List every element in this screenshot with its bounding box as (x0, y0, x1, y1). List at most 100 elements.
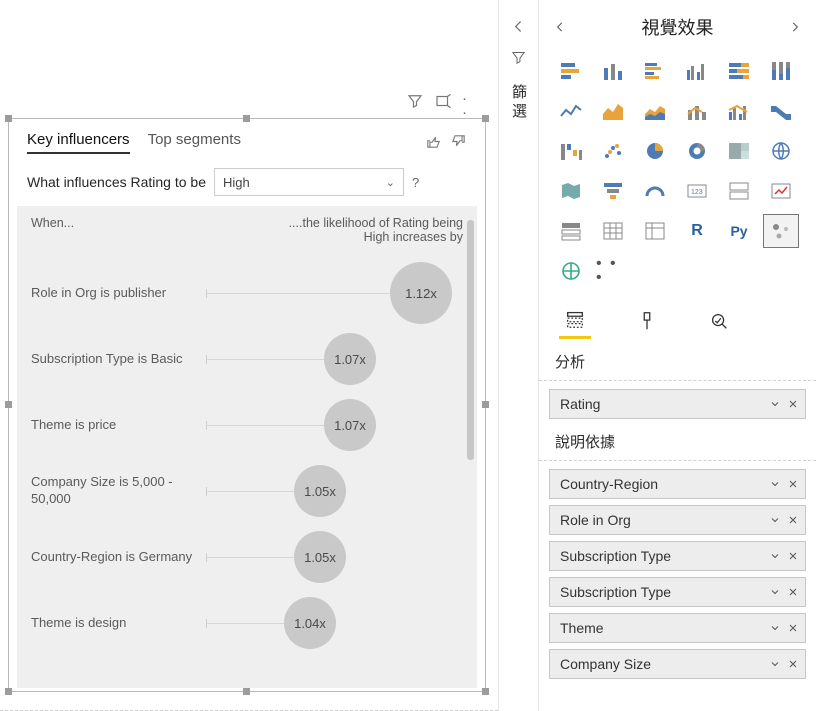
stacked-bar-icon[interactable] (553, 54, 589, 88)
r-visual-icon[interactable]: R (679, 214, 715, 248)
target-value-dropdown[interactable]: High ⌄ (214, 168, 404, 196)
influencer-row[interactable]: Theme is price1.07x (31, 392, 463, 458)
line-stacked-column-icon[interactable] (679, 94, 715, 128)
clustered-column-icon[interactable] (679, 54, 715, 88)
influencer-bubble: 1.05x (294, 531, 346, 583)
connector-line (206, 623, 284, 624)
key-influencers-icon[interactable] (763, 214, 799, 248)
resize-handle[interactable] (5, 401, 12, 408)
table-icon[interactable] (595, 214, 631, 248)
line-chart-icon[interactable] (553, 94, 589, 128)
tab-top-segments[interactable]: Top segments (148, 131, 241, 154)
fields-tab[interactable] (559, 308, 591, 339)
chevron-down-icon (769, 550, 781, 562)
remove-field-icon[interactable] (787, 478, 799, 490)
field-well[interactable]: Subscription Type (549, 577, 806, 607)
focus-mode-icon[interactable] (434, 92, 452, 113)
visual-header-toolbar: · · · (406, 92, 480, 113)
gauge-icon[interactable] (637, 174, 673, 208)
get-more-visuals-icon[interactable]: • • • (595, 254, 631, 288)
influencer-row[interactable]: Theme is design1.04x (31, 590, 463, 656)
report-canvas: · · · Key influencers Top segments (0, 0, 498, 711)
key-influencers-visual[interactable]: Key influencers Top segments What influe… (8, 118, 486, 692)
filled-map-icon[interactable] (553, 174, 589, 208)
thumbs-down-icon[interactable] (450, 133, 467, 153)
influencers-body: When... ....the likelihood of Rating bei… (17, 206, 477, 688)
clustered-bar-icon[interactable] (637, 54, 673, 88)
pie-icon[interactable] (637, 134, 673, 168)
chevron-down-icon (769, 586, 781, 598)
donut-icon[interactable] (679, 134, 715, 168)
chevron-down-icon (769, 622, 781, 634)
chevron-right-icon[interactable] (788, 20, 802, 34)
chevron-down-icon (769, 514, 781, 526)
resize-handle[interactable] (243, 688, 250, 695)
stacked-bar-100-icon[interactable] (721, 54, 757, 88)
filters-pane-label: 篩選 (508, 84, 529, 122)
kpi-icon[interactable] (763, 174, 799, 208)
remove-field-icon[interactable] (787, 398, 799, 410)
ribbon-chart-icon[interactable] (763, 94, 799, 128)
multi-row-card-icon[interactable] (721, 174, 757, 208)
influencer-row[interactable]: Role in Org is publisher1.12x (31, 260, 463, 326)
influencer-label: Theme is design (31, 615, 206, 632)
analytics-tab[interactable] (703, 310, 735, 338)
connector-line (206, 557, 294, 558)
influencer-row[interactable]: Company Size is 5,000 - 50,0001.05x (31, 458, 463, 524)
connector-line (206, 425, 324, 426)
remove-field-icon[interactable] (787, 550, 799, 562)
tab-key-influencers[interactable]: Key influencers (27, 131, 130, 154)
field-name: Subscription Type (560, 584, 671, 600)
field-well[interactable]: Subscription Type (549, 541, 806, 571)
stacked-column-100-icon[interactable] (763, 54, 799, 88)
resize-handle[interactable] (482, 688, 489, 695)
python-visual-icon[interactable]: Py (721, 214, 757, 248)
treemap-icon[interactable] (721, 134, 757, 168)
funnel-icon[interactable] (595, 174, 631, 208)
field-well[interactable]: Country-Region (549, 469, 806, 499)
stacked-column-icon[interactable] (595, 54, 631, 88)
influencer-label: Company Size is 5,000 - 50,000 (31, 474, 206, 508)
resize-handle[interactable] (243, 115, 250, 122)
influencer-row[interactable]: Country-Region is Germany1.05x (31, 524, 463, 590)
scatter-icon[interactable] (595, 134, 631, 168)
explain-by-field-wells: Country-Region Role in Org Subscription Ty… (539, 460, 816, 685)
arcgis-map-icon[interactable] (553, 254, 589, 288)
resize-handle[interactable] (482, 401, 489, 408)
resize-handle[interactable] (5, 115, 12, 122)
help-icon[interactable]: ? (412, 175, 419, 190)
analyze-field-wells: Rating (539, 380, 816, 425)
chevron-down-icon: ⌄ (386, 176, 395, 189)
resize-handle[interactable] (482, 115, 489, 122)
influencer-label: Role in Org is publisher (31, 285, 206, 302)
field-well[interactable]: Rating (549, 389, 806, 419)
resize-handle[interactable] (5, 688, 12, 695)
field-well[interactable]: Role in Org (549, 505, 806, 535)
scrollbar[interactable] (467, 220, 474, 460)
field-name: Company Size (560, 656, 651, 672)
chevron-left-icon[interactable] (553, 20, 567, 34)
remove-field-icon[interactable] (787, 622, 799, 634)
card-icon[interactable]: 123 (679, 174, 715, 208)
map-icon[interactable] (763, 134, 799, 168)
remove-field-icon[interactable] (787, 514, 799, 526)
slicer-icon[interactable] (553, 214, 589, 248)
explain-by-section-label: 說明依據 (539, 425, 816, 460)
waterfall-icon[interactable] (553, 134, 589, 168)
matrix-icon[interactable] (637, 214, 673, 248)
field-name: Theme (560, 620, 604, 636)
area-chart-icon[interactable] (595, 94, 631, 128)
influencer-row[interactable]: Subscription Type is Basic1.07x (31, 326, 463, 392)
remove-field-icon[interactable] (787, 586, 799, 598)
more-options-icon[interactable]: · · · (462, 92, 480, 110)
format-tab[interactable] (631, 310, 663, 338)
field-well[interactable]: Company Size (549, 649, 806, 679)
line-clustered-column-icon[interactable] (721, 94, 757, 128)
filters-pane-collapsed[interactable]: 篩選 (498, 0, 538, 711)
influencer-label: Theme is price (31, 417, 206, 434)
filter-icon[interactable] (406, 92, 424, 113)
field-well[interactable]: Theme (549, 613, 806, 643)
remove-field-icon[interactable] (787, 658, 799, 670)
stacked-area-icon[interactable] (637, 94, 673, 128)
thumbs-up-icon[interactable] (425, 133, 442, 153)
